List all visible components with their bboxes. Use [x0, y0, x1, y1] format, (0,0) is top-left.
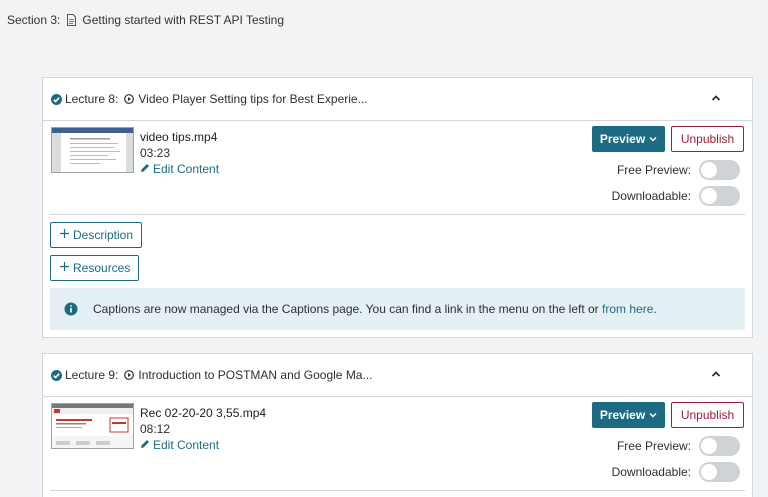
from-here-link[interactable]: from here — [602, 302, 653, 316]
downloadable-label: Downloadable: — [611, 189, 691, 203]
unpublish-button[interactable]: Unpublish — [671, 402, 744, 428]
add-description-button[interactable]: Description — [50, 222, 143, 248]
edit-content-link[interactable]: Edit Content — [140, 161, 219, 177]
description-label: Description — [73, 228, 134, 242]
downloadable-toggle[interactable] — [699, 186, 740, 206]
file-name: Rec 02-20-20 3,55.mp4 — [140, 406, 267, 420]
captions-notice: Captions are now managed via the Caption… — [50, 288, 745, 330]
resources-label: Resources — [73, 261, 131, 275]
preview-label: Preview — [599, 408, 646, 422]
unpublish-button[interactable]: Unpublish — [671, 126, 744, 152]
video-thumbnail[interactable] — [51, 127, 134, 173]
check-circle-icon — [51, 93, 62, 105]
edit-content-label: Edit Content — [153, 438, 220, 452]
duration: 08:12 — [140, 422, 171, 436]
section-title: Getting started with REST API Testing — [82, 13, 285, 27]
lecture-header[interactable]: Lecture 8: Video Player Setting tips for… — [43, 78, 752, 121]
unpublish-label: Unpublish — [680, 132, 735, 146]
add-resources-button[interactable]: Resources — [50, 255, 140, 281]
plus-icon — [59, 228, 70, 242]
document-icon — [66, 14, 78, 26]
notice-body: Captions are now managed via the Caption… — [93, 302, 603, 316]
pencil-icon — [140, 437, 150, 453]
chevron-up-icon[interactable] — [710, 368, 722, 380]
free-preview-label: Free Preview: — [616, 439, 691, 453]
free-preview-row: Free Preview: — [617, 436, 740, 456]
lecture-title: Introduction to POSTMAN and Google Ma... — [138, 368, 373, 382]
divider — [50, 214, 745, 215]
downloadable-toggle[interactable] — [699, 462, 740, 482]
chevron-down-icon — [649, 132, 657, 146]
section-label: Section 3: — [7, 13, 61, 27]
downloadable-label: Downloadable: — [611, 465, 691, 479]
lecture-card: Lecture 9: Introduction to POSTMAN and G… — [42, 353, 753, 497]
divider — [50, 490, 745, 491]
chevron-down-icon — [649, 408, 657, 422]
lecture-title: Video Player Setting tips for Best Exper… — [138, 92, 368, 106]
free-preview-label: Free Preview: — [616, 163, 691, 177]
edit-content-label: Edit Content — [153, 162, 220, 176]
preview-button[interactable]: Preview — [592, 126, 665, 152]
unpublish-label: Unpublish — [680, 408, 735, 422]
play-circle-icon — [124, 370, 135, 380]
lecture-label: Lecture 8: — [65, 92, 119, 106]
notice-text: Captions are now managed via the Caption… — [93, 302, 657, 316]
free-preview-toggle[interactable] — [699, 160, 740, 180]
pencil-icon — [140, 161, 150, 177]
video-thumbnail[interactable] — [51, 403, 134, 449]
lecture-label: Lecture 9: — [65, 368, 119, 382]
file-info: video tips.mp4 03:23 Edit Content — [140, 129, 219, 177]
edit-content-link[interactable]: Edit Content — [140, 437, 266, 453]
check-circle-icon — [51, 369, 62, 381]
downloadable-row: Downloadable: — [612, 186, 740, 206]
info-icon — [64, 302, 78, 316]
lecture-card: Lecture 8: Video Player Setting tips for… — [42, 77, 753, 338]
lecture-header[interactable]: Lecture 9: Introduction to POSTMAN and G… — [43, 354, 752, 397]
file-info: Rec 02-20-20 3,55.mp4 08:12 Edit Content — [140, 405, 266, 453]
downloadable-row: Downloadable: — [612, 462, 740, 482]
play-circle-icon — [124, 94, 135, 104]
preview-label: Preview — [599, 132, 646, 146]
file-name: video tips.mp4 — [140, 130, 218, 144]
duration: 03:23 — [140, 146, 171, 160]
chevron-up-icon[interactable] — [710, 92, 722, 104]
plus-icon — [59, 261, 70, 275]
preview-button[interactable]: Preview — [592, 402, 665, 428]
section-header: Section 3: Getting started with REST API… — [7, 12, 284, 28]
free-preview-row: Free Preview: — [617, 160, 740, 180]
free-preview-toggle[interactable] — [699, 436, 740, 456]
notice-end: . — [653, 302, 657, 316]
